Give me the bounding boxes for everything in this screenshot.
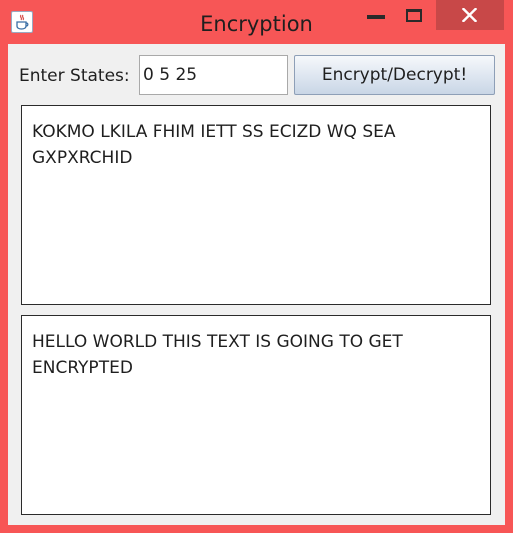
close-icon — [462, 8, 477, 22]
minimize-button[interactable] — [360, 0, 392, 30]
java-coffee-cup-icon[interactable] — [11, 11, 33, 33]
encrypt-decrypt-button[interactable]: Encrypt/Decrypt! — [294, 55, 495, 95]
input-text-area[interactable]: HELLO WORLD THIS TEXT IS GOING TO GET EN… — [21, 315, 491, 515]
states-label: Enter States: — [19, 66, 130, 86]
app-window: Encryption Enter States: Encrypt/Decrypt… — [0, 0, 513, 533]
states-input[interactable] — [139, 55, 288, 95]
input-text: HELLO WORLD THIS TEXT IS GOING TO GET EN… — [32, 332, 403, 378]
content-panel: Enter States: Encrypt/Decrypt! KOKMO LKI… — [8, 44, 505, 525]
output-text-area[interactable]: KOKMO LKILA FHIM IETT SS ECIZD WQ SEA GX… — [21, 105, 491, 305]
title-bar[interactable]: Encryption — [0, 0, 513, 44]
output-text: KOKMO LKILA FHIM IETT SS ECIZD WQ SEA GX… — [32, 122, 396, 168]
close-button[interactable] — [436, 0, 504, 30]
maximize-button[interactable] — [397, 0, 433, 30]
